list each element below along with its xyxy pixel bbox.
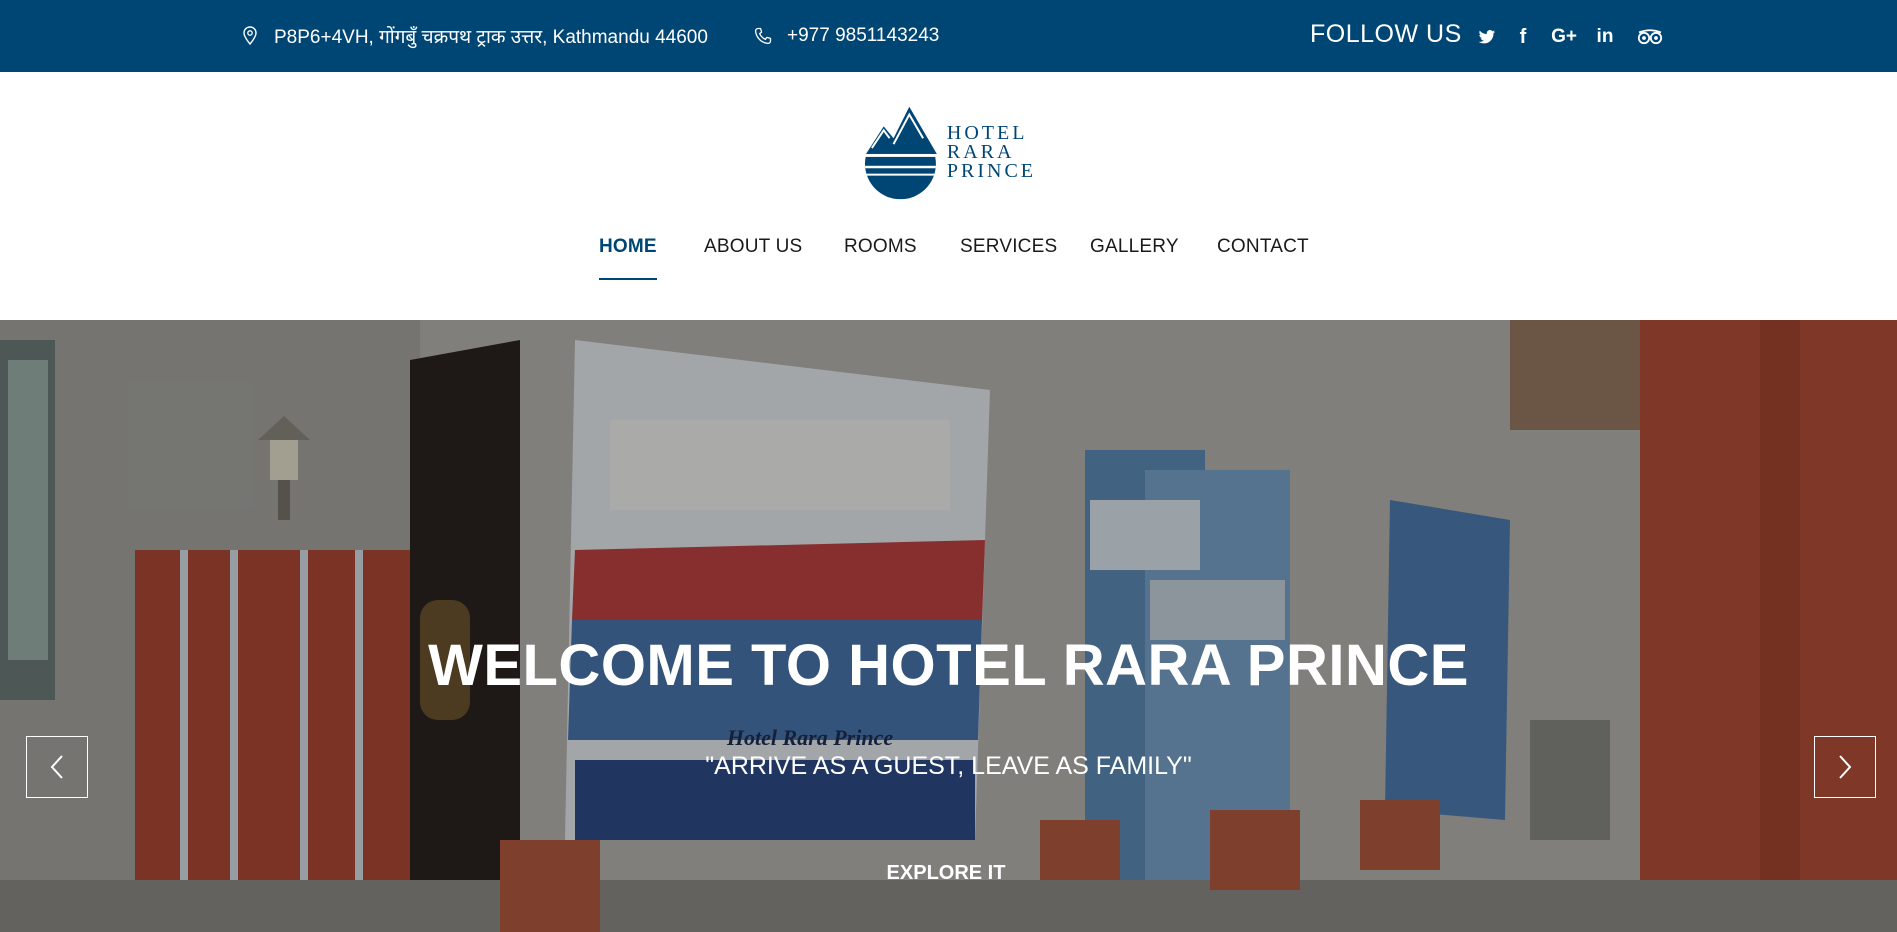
nav-home[interactable]: HOME bbox=[599, 236, 657, 282]
map-pin-icon bbox=[240, 24, 260, 48]
address: P8P6+4VH, गोंगबुँ चक्रपथ ट्राक उत्तर, Ka… bbox=[240, 22, 708, 50]
top-bar: P8P6+4VH, गोंगबुँ चक्रपथ ट्राक उत्तर, Ka… bbox=[0, 0, 1897, 72]
hotel-logo[interactable]: HOTEL RARA PRINCE bbox=[864, 104, 1036, 200]
hero-subtitle: "ARRIVE AS A GUEST, LEAVE AS FAMILY" bbox=[705, 752, 1192, 780]
nav-about-us[interactable]: ABOUT US bbox=[704, 236, 802, 282]
mountain-logo-icon bbox=[864, 106, 937, 200]
address-text: P8P6+4VH, गोंगबुँ चक्रपथ ट्राक उत्तर, Ka… bbox=[274, 27, 708, 48]
hero-title: WELCOME TO HOTEL RARA PRINCE bbox=[428, 633, 1469, 698]
follow-us-label: FOLLOW US bbox=[1310, 20, 1462, 48]
hero-slider: Hotel Rara Prince WELCOME TO HOTEL RARA … bbox=[0, 320, 1897, 932]
linkedin-icon[interactable]: in bbox=[1594, 22, 1616, 52]
social-links: f G+ in bbox=[1474, 22, 1664, 52]
phone-icon bbox=[753, 24, 773, 48]
slider-prev-button[interactable] bbox=[26, 736, 88, 798]
twitter-icon[interactable] bbox=[1474, 22, 1500, 52]
logo-line-1: HOTEL bbox=[946, 121, 1028, 144]
main-nav: HOME ABOUT US ROOMS SERVICES GALLERY CON… bbox=[0, 236, 1897, 282]
phone-number[interactable]: +977 9851143243 bbox=[787, 25, 939, 47]
logo-line-2: RARA bbox=[946, 140, 1015, 163]
chevron-right-icon bbox=[1839, 755, 1852, 779]
nav-gallery[interactable]: GALLERY bbox=[1090, 236, 1179, 282]
nav-services[interactable]: SERVICES bbox=[960, 236, 1057, 282]
nav-contact[interactable]: CONTACT bbox=[1217, 236, 1309, 282]
chevron-left-icon bbox=[50, 755, 63, 779]
slider-next-button[interactable] bbox=[1814, 736, 1876, 798]
nav-rooms[interactable]: ROOMS bbox=[844, 236, 917, 282]
google-plus-icon[interactable]: G+ bbox=[1550, 22, 1578, 52]
hero-dark-overlay bbox=[0, 320, 1897, 932]
logo-wordmark: HOTEL RARA PRINCE bbox=[946, 121, 1036, 182]
tripadvisor-icon[interactable] bbox=[1636, 22, 1664, 52]
logo-line-3: PRINCE bbox=[946, 159, 1036, 182]
phone[interactable]: +977 9851143243 bbox=[753, 22, 939, 50]
facebook-icon[interactable]: f bbox=[1514, 22, 1532, 52]
explore-button[interactable]: EXPLORE IT bbox=[876, 852, 1016, 894]
